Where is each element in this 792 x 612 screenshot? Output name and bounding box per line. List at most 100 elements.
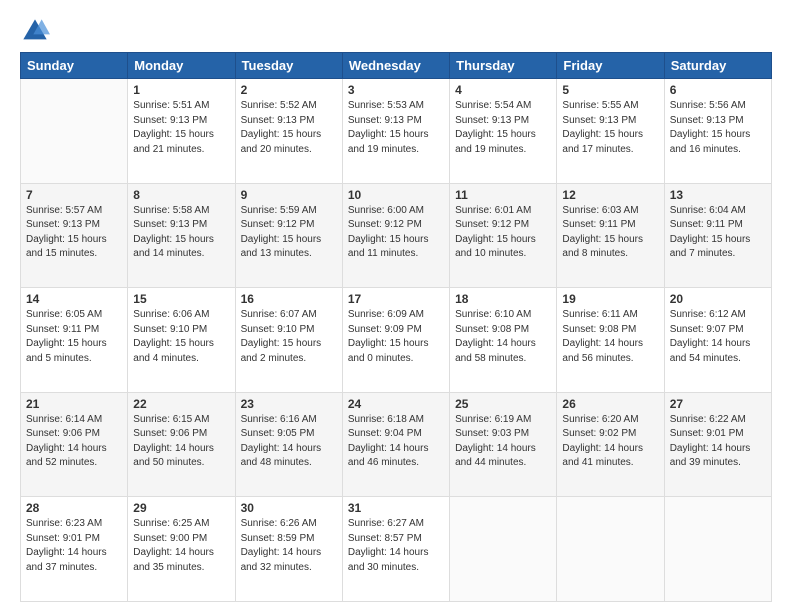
day-info: Sunrise: 6:01 AMSunset: 9:12 PMDaylight:… [455,204,551,262]
day-info: Sunrise: 6:10 AMSunset: 9:08 PMDaylight:… [455,308,551,366]
calendar-cell: 25Sunrise: 6:19 AMSunset: 9:03 PMDayligh… [450,392,557,497]
page: SundayMondayTuesdayWednesdayThursdayFrid… [0,0,792,612]
calendar-cell: 13 Sunrise: 6:04 AMSunset: 9:11 PMDayligh… [664,183,771,288]
day-number: 23 [241,397,337,411]
week-row-3: 21 Sunrise: 6:14 AMSunset: 9:06 PMDayligh… [21,392,772,497]
day-number: 28 [26,501,122,515]
calendar-cell [557,497,664,602]
calendar-cell: 11 Sunrise: 6:01 AMSunset: 9:12 PMDayligh… [450,183,557,288]
calendar-cell: 18 Sunrise: 6:10 AMSunset: 9:08 PMDayligh… [450,288,557,393]
calendar-cell: 31 Sunrise: 6:27 AMSunset: 8:57 PMDayligh… [342,497,449,602]
day-number: 26 [562,397,658,411]
day-info: Sunrise: 6:00 AMSunset: 9:12 PMDaylight:… [348,204,444,262]
week-row-2: 14 Sunrise: 6:05 AMSunset: 9:11 PMDayligh… [21,288,772,393]
calendar-table: SundayMondayTuesdayWednesdayThursdayFrid… [20,52,772,602]
day-info: Sunrise: 6:26 AMSunset: 8:59 PMDaylight:… [241,517,337,575]
day-info: Sunrise: 5:58 AMSunset: 9:13 PMDaylight:… [133,204,229,262]
day-number: 10 [348,188,444,202]
calendar-cell: 1 Sunrise: 5:51 AMSunset: 9:13 PMDaylight… [128,79,235,184]
day-number: 7 [26,188,122,202]
day-info: Sunrise: 5:51 AMSunset: 9:13 PMDaylight:… [133,99,229,157]
calendar-cell: 30Sunrise: 6:26 AMSunset: 8:59 PMDayligh… [235,497,342,602]
day-info: Sunrise: 6:14 AMSunset: 9:06 PMDaylight:… [26,413,122,471]
day-number: 3 [348,83,444,97]
calendar-cell: 14 Sunrise: 6:05 AMSunset: 9:11 PMDayligh… [21,288,128,393]
calendar-cell: 2Sunrise: 5:52 AMSunset: 9:13 PMDaylight… [235,79,342,184]
day-info: Sunrise: 6:18 AMSunset: 9:04 PMDaylight:… [348,413,444,471]
day-info: Sunrise: 6:15 AMSunset: 9:06 PMDaylight:… [133,413,229,471]
day-number: 29 [133,501,229,515]
calendar-cell [664,497,771,602]
day-number: 17 [348,292,444,306]
day-info: Sunrise: 6:04 AMSunset: 9:11 PMDaylight:… [670,204,766,262]
calendar-cell [21,79,128,184]
day-info: Sunrise: 6:05 AMSunset: 9:11 PMDaylight:… [26,308,122,366]
calendar-cell: 8 Sunrise: 5:58 AMSunset: 9:13 PMDaylight… [128,183,235,288]
day-number: 21 [26,397,122,411]
calendar-cell: 15 Sunrise: 6:06 AMSunset: 9:10 PMDayligh… [128,288,235,393]
day-info: Sunrise: 6:09 AMSunset: 9:09 PMDaylight:… [348,308,444,366]
day-info: Sunrise: 6:27 AMSunset: 8:57 PMDaylight:… [348,517,444,575]
day-number: 20 [670,292,766,306]
calendar-cell: 6 Sunrise: 5:56 AMSunset: 9:13 PMDaylight… [664,79,771,184]
day-info: Sunrise: 6:22 AMSunset: 9:01 PMDaylight:… [670,413,766,471]
logo-icon [20,16,50,46]
day-number: 22 [133,397,229,411]
week-row-4: 28Sunrise: 6:23 AMSunset: 9:01 PMDayligh… [21,497,772,602]
day-info: Sunrise: 6:16 AMSunset: 9:05 PMDaylight:… [241,413,337,471]
day-number: 18 [455,292,551,306]
calendar-cell: 20 Sunrise: 6:12 AMSunset: 9:07 PMDayligh… [664,288,771,393]
calendar-cell: 17 Sunrise: 6:09 AMSunset: 9:09 PMDayligh… [342,288,449,393]
calendar-cell: 26 Sunrise: 6:20 AMSunset: 9:02 PMDayligh… [557,392,664,497]
day-info: Sunrise: 6:20 AMSunset: 9:02 PMDaylight:… [562,413,658,471]
day-info: Sunrise: 5:55 AMSunset: 9:13 PMDaylight:… [562,99,658,157]
day-info: Sunrise: 5:54 AMSunset: 9:13 PMDaylight:… [455,99,551,157]
day-number: 19 [562,292,658,306]
day-number: 31 [348,501,444,515]
calendar-cell: 12Sunrise: 6:03 AMSunset: 9:11 PMDayligh… [557,183,664,288]
day-number: 8 [133,188,229,202]
weekday-header-sunday: Sunday [21,53,128,79]
day-number: 24 [348,397,444,411]
week-row-0: 1 Sunrise: 5:51 AMSunset: 9:13 PMDaylight… [21,79,772,184]
day-info: Sunrise: 6:25 AMSunset: 9:00 PMDaylight:… [133,517,229,575]
day-info: Sunrise: 6:06 AMSunset: 9:10 PMDaylight:… [133,308,229,366]
calendar-cell: 29 Sunrise: 6:25 AMSunset: 9:00 PMDayligh… [128,497,235,602]
calendar-cell: 10 Sunrise: 6:00 AMSunset: 9:12 PMDayligh… [342,183,449,288]
calendar-cell: 22 Sunrise: 6:15 AMSunset: 9:06 PMDayligh… [128,392,235,497]
calendar-cell: 28Sunrise: 6:23 AMSunset: 9:01 PMDayligh… [21,497,128,602]
day-info: Sunrise: 5:57 AMSunset: 9:13 PMDaylight:… [26,204,122,262]
day-info: Sunrise: 6:11 AMSunset: 9:08 PMDaylight:… [562,308,658,366]
day-number: 6 [670,83,766,97]
calendar-cell: 21 Sunrise: 6:14 AMSunset: 9:06 PMDayligh… [21,392,128,497]
day-info: Sunrise: 6:07 AMSunset: 9:10 PMDaylight:… [241,308,337,366]
day-number: 15 [133,292,229,306]
day-number: 16 [241,292,337,306]
day-number: 14 [26,292,122,306]
day-number: 12 [562,188,658,202]
day-number: 2 [241,83,337,97]
day-number: 11 [455,188,551,202]
calendar-cell: 5Sunrise: 5:55 AMSunset: 9:13 PMDaylight… [557,79,664,184]
weekday-header-wednesday: Wednesday [342,53,449,79]
day-number: 9 [241,188,337,202]
calendar-cell: 3 Sunrise: 5:53 AMSunset: 9:13 PMDaylight… [342,79,449,184]
day-info: Sunrise: 5:56 AMSunset: 9:13 PMDaylight:… [670,99,766,157]
weekday-header-tuesday: Tuesday [235,53,342,79]
weekday-header-thursday: Thursday [450,53,557,79]
day-number: 25 [455,397,551,411]
calendar-cell: 16 Sunrise: 6:07 AMSunset: 9:10 PMDayligh… [235,288,342,393]
day-info: Sunrise: 5:53 AMSunset: 9:13 PMDaylight:… [348,99,444,157]
day-info: Sunrise: 6:12 AMSunset: 9:07 PMDaylight:… [670,308,766,366]
calendar-cell: 23 Sunrise: 6:16 AMSunset: 9:05 PMDayligh… [235,392,342,497]
calendar-cell: 27 Sunrise: 6:22 AMSunset: 9:01 PMDayligh… [664,392,771,497]
calendar-cell: 4 Sunrise: 5:54 AMSunset: 9:13 PMDaylight… [450,79,557,184]
day-number: 13 [670,188,766,202]
weekday-header-monday: Monday [128,53,235,79]
calendar-cell: 9Sunrise: 5:59 AMSunset: 9:12 PMDaylight… [235,183,342,288]
calendar-cell: 19 Sunrise: 6:11 AMSunset: 9:08 PMDayligh… [557,288,664,393]
day-number: 27 [670,397,766,411]
day-number: 4 [455,83,551,97]
day-number: 1 [133,83,229,97]
weekday-header-row: SundayMondayTuesdayWednesdayThursdayFrid… [21,53,772,79]
